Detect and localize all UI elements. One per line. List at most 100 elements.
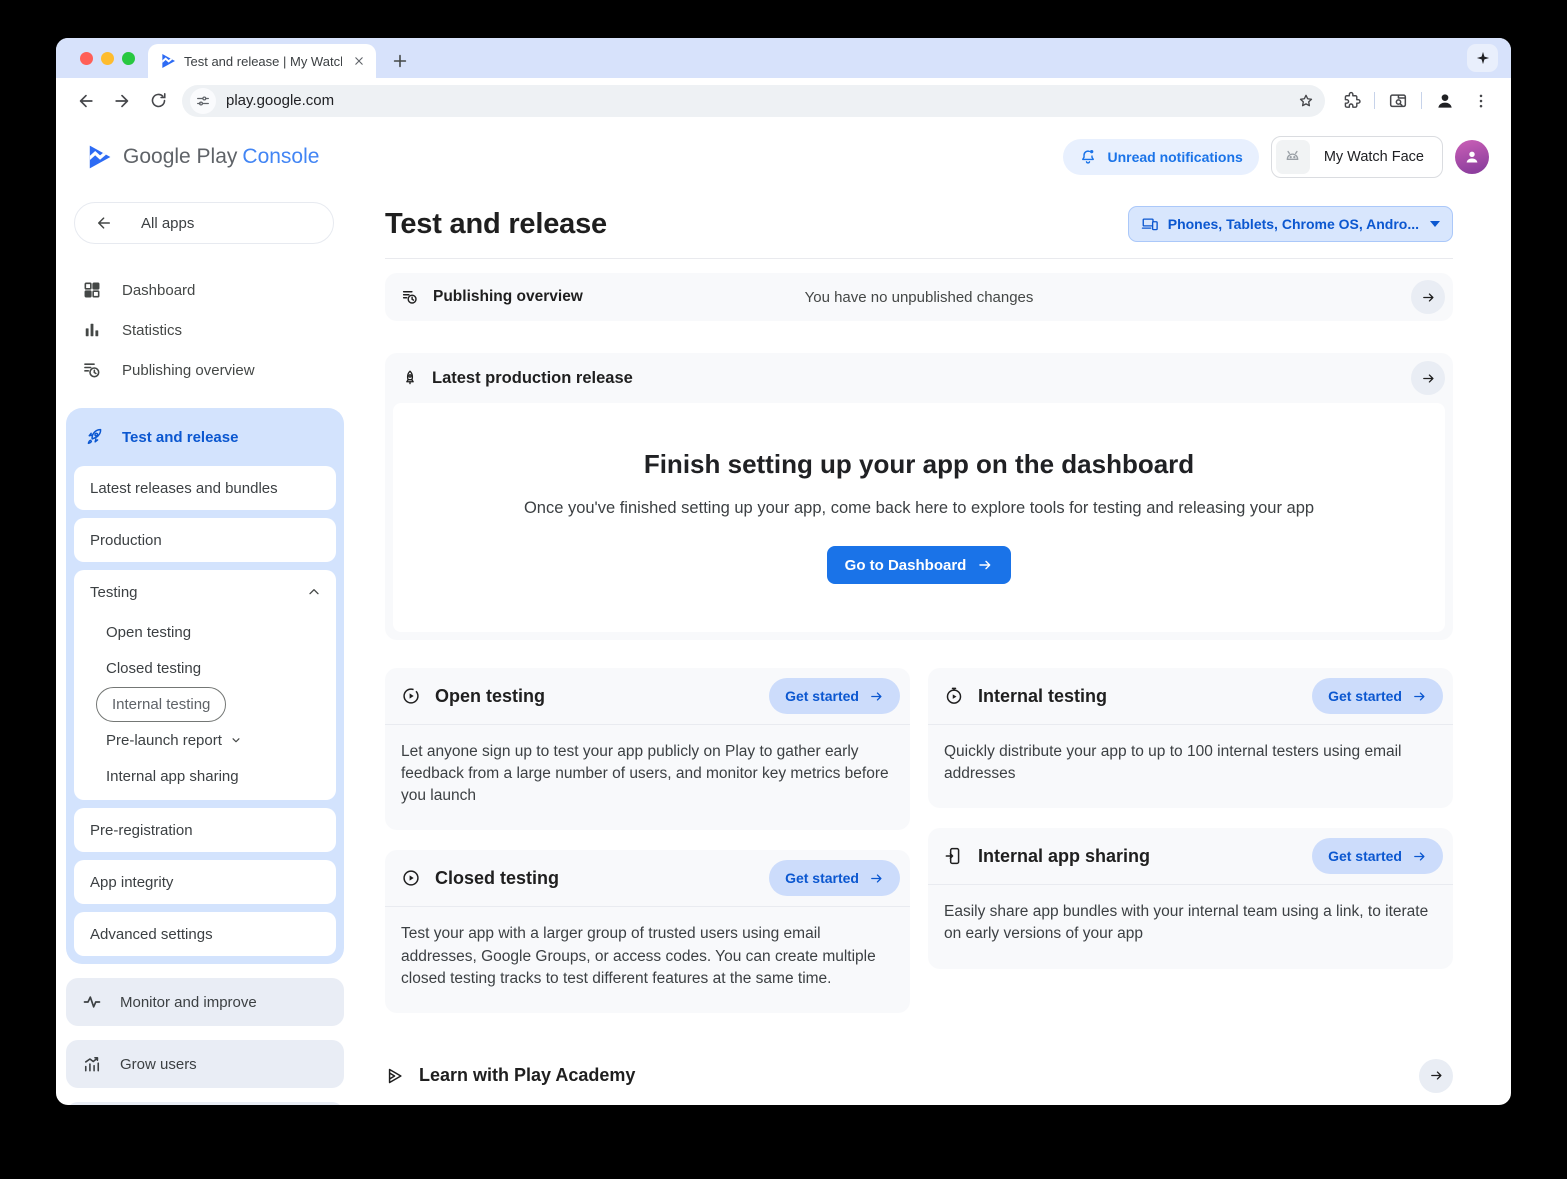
devices-icon [1141,215,1159,233]
account-avatar[interactable] [1455,140,1489,174]
sidebar-item-monitor-and-improve[interactable]: Monitor and improve [66,978,344,1026]
closed-testing-description: Test your app with a larger group of tru… [385,907,910,1012]
forward-icon[interactable] [104,84,140,118]
tab-search-icon[interactable] [1380,84,1416,118]
open-testing-get-started-button[interactable]: Get started [769,678,900,714]
publishing-status-text: You have no unpublished changes [385,289,1453,306]
arrow-right-icon [1412,849,1427,864]
publishing-clock-icon [82,360,102,380]
chevron-up-icon [306,584,322,600]
close-window-button[interactable] [80,52,93,65]
sidebar-item-publishing-overview[interactable]: Publishing overview [56,350,348,390]
sidebar-item-pre-launch-report[interactable]: Pre-launch report [74,722,336,758]
internal-testing-label: Internal testing [96,687,226,722]
arrow-right-icon [869,689,884,704]
testing-label: Testing [90,584,138,601]
phone-share-icon [944,846,964,866]
sidebar-item-closed-testing[interactable]: Closed testing [74,650,336,686]
window-controls [80,52,135,65]
sidebar-item-test-and-release[interactable]: Test and release [74,416,336,458]
browser-menu-icon[interactable] [1463,84,1499,118]
device-filter-dropdown[interactable]: Phones, Tablets, Chrome OS, Andro... [1128,206,1453,242]
sparkle-icon[interactable] [1467,44,1498,72]
rocket-icon [84,427,104,447]
avatar-person-icon [1463,148,1481,166]
extensions-icon[interactable] [1333,84,1369,118]
sidebar-item-testing[interactable]: Testing [74,570,336,614]
internal-app-sharing-card: Internal app sharing Get started Easily … [928,828,1453,968]
back-icon[interactable] [68,84,104,118]
back-arrow-icon [95,214,113,232]
release-empty-state: Finish setting up your app on the dashbo… [393,403,1445,632]
unread-notifications-button[interactable]: Unread notifications [1063,139,1258,175]
open-testing-label: Open testing [106,624,191,641]
sidebar-item-partial[interactable] [66,1102,344,1105]
publishing-overview-arrow-button[interactable] [1411,280,1445,314]
internal-testing-description: Quickly distribute your app to up to 100… [928,725,1453,808]
closed-testing-get-started-button[interactable]: Get started [769,860,900,896]
internal-app-sharing-label: Internal app sharing [106,768,239,785]
pre-registration-label: Pre-registration [90,822,193,839]
play-console-logo-icon [86,144,112,170]
internal-testing-title: Internal testing [978,686,1298,707]
zoom-window-button[interactable] [122,52,135,65]
sidebar-item-app-integrity[interactable]: App integrity [74,860,336,904]
app-selector[interactable]: My Watch Face [1271,136,1443,178]
browser-tab[interactable]: Test and release | My Watch F [148,44,376,78]
play-academy-arrow-button[interactable] [1419,1059,1453,1093]
arrow-right-icon [977,557,993,573]
internal-app-sharing-title: Internal app sharing [978,846,1298,867]
growth-chart-icon [82,1054,102,1074]
play-circle-icon [401,686,421,706]
pulse-icon [82,992,102,1012]
all-apps-button[interactable]: All apps [74,202,334,244]
sidebar-item-internal-testing[interactable]: Internal testing [74,686,336,722]
sidebar-nav: Dashboard Statistics Publishing overview [56,270,348,390]
toolbar-divider [1374,92,1375,109]
brand-console: Console [242,145,319,168]
url-text: play.google.com [226,92,1291,109]
stopwatch-play-icon [944,686,964,706]
latest-releases-label: Latest releases and bundles [90,480,278,497]
new-tab-button[interactable] [390,51,410,71]
publishing-overview-row[interactable]: Publishing overview You have no unpublis… [385,273,1453,321]
production-label: Production [90,532,162,549]
sidebar-item-latest-releases[interactable]: Latest releases and bundles [74,466,336,510]
sidebar-item-open-testing[interactable]: Open testing [74,614,336,650]
test-and-release-label: Test and release [122,429,238,446]
minimize-window-button[interactable] [101,52,114,65]
play-academy-section-header: Learn with Play Academy [385,1059,1453,1093]
sidebar-item-advanced-settings[interactable]: Advanced settings [74,912,336,956]
sidebar-item-internal-app-sharing[interactable]: Internal app sharing [74,758,336,794]
play-console-logo[interactable]: Google PlayConsole [86,144,319,170]
testing-section: Testing Open testing Closed testing [74,570,336,800]
reload-icon[interactable] [140,84,176,118]
url-bar[interactable]: play.google.com [182,85,1325,117]
closed-testing-card: Closed testing Get started Test your app… [385,850,910,1012]
open-testing-card: Open testing Get started Let anyone sign… [385,668,910,830]
grow-users-label: Grow users [120,1056,197,1073]
release-description: Once you've finished setting up your app… [453,499,1385,518]
open-testing-description: Let anyone sign up to test your app publ… [385,725,910,830]
sidebar: All apps Dashboard Statistics [56,190,348,1105]
sidebar-item-production[interactable]: Production [74,518,336,562]
sidebar-item-statistics[interactable]: Statistics [56,310,348,350]
all-apps-label: All apps [141,215,194,232]
sidebar-item-grow-users[interactable]: Grow users [66,1040,344,1088]
site-settings-icon[interactable] [190,88,216,114]
tab-close-icon[interactable] [350,52,368,70]
bookmark-star-icon[interactable] [1291,87,1321,115]
brand-google-play: Google Play [123,145,237,168]
arrow-right-icon [1412,689,1427,704]
internal-testing-get-started-button[interactable]: Get started [1312,678,1443,714]
arrow-right-icon [869,871,884,886]
device-filter-label: Phones, Tablets, Chrome OS, Andro... [1168,216,1419,232]
go-to-dashboard-button[interactable]: Go to Dashboard [827,546,1012,584]
sidebar-item-dashboard[interactable]: Dashboard [56,270,348,310]
sidebar-item-label: Publishing overview [122,362,255,379]
profile-icon[interactable] [1427,84,1463,118]
sidebar-item-pre-registration[interactable]: Pre-registration [74,808,336,852]
latest-release-arrow-button[interactable] [1411,361,1445,395]
internal-app-sharing-get-started-button[interactable]: Get started [1312,838,1443,874]
unread-notifications-label: Unread notifications [1107,149,1242,165]
